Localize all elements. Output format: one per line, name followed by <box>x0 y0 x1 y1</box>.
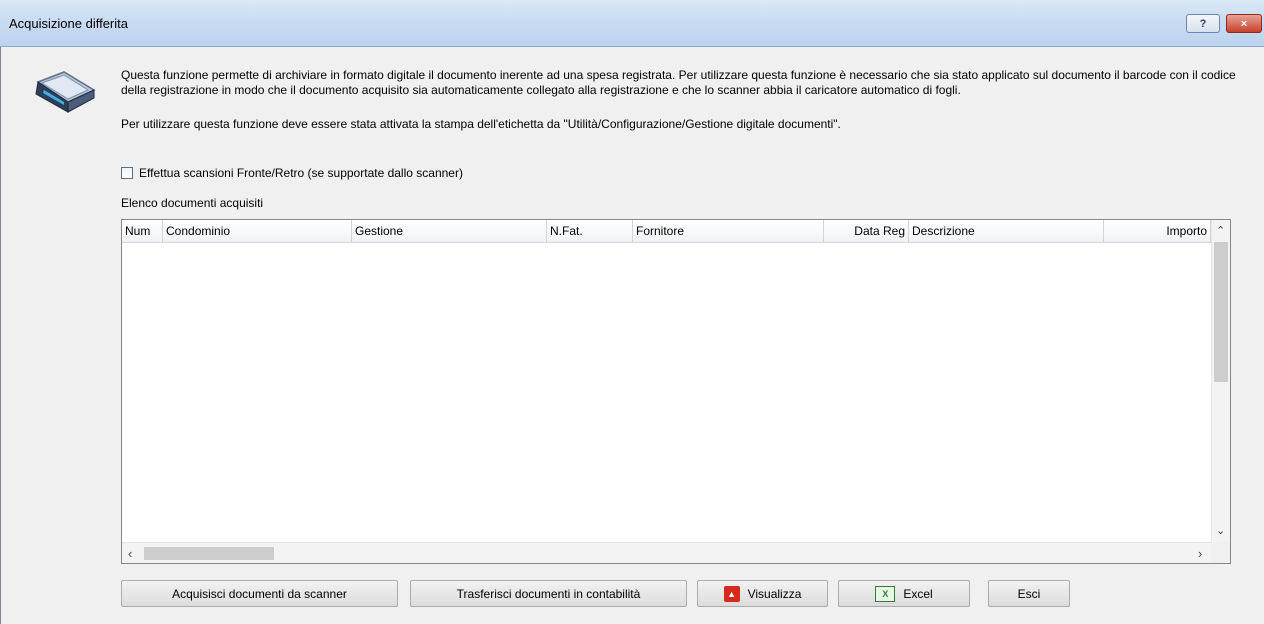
intro-note: Per utilizzare questa funzione deve esse… <box>121 117 841 131</box>
column-header-data-reg[interactable]: Data Reg <box>824 220 909 242</box>
close-button[interactable]: × <box>1226 14 1262 33</box>
excel-button[interactable]: X Excel <box>838 580 970 607</box>
column-header-gestione[interactable]: Gestione <box>352 220 547 242</box>
help-button[interactable]: ? <box>1186 14 1220 33</box>
view-button[interactable]: ▲ Visualizza <box>697 580 828 607</box>
pdf-icon: ▲ <box>723 585 740 602</box>
window-title: Acquisizione differita <box>9 16 128 31</box>
exit-button[interactable]: Esci <box>988 580 1070 607</box>
duplex-checkbox[interactable] <box>121 167 133 179</box>
vertical-scrollbar[interactable]: ⌃ ⌄ <box>1211 220 1230 542</box>
scroll-down-icon[interactable]: ⌄ <box>1216 524 1225 537</box>
horizontal-scroll-thumb[interactable] <box>144 547 274 560</box>
acquire-button-label: Acquisisci documenti da scanner <box>172 586 347 601</box>
transfer-button-label: Trasferisci documenti in contabilità <box>456 586 641 601</box>
column-header-fornitore[interactable]: Fornitore <box>633 220 824 242</box>
excel-button-label: Excel <box>903 586 933 601</box>
title-bar: Acquisizione differita ? × <box>0 0 1264 47</box>
column-header-num[interactable]: Num <box>122 220 163 242</box>
scroll-up-icon[interactable]: ⌃ <box>1216 224 1225 237</box>
intro-paragraph: Questa funzione permette di archiviare i… <box>121 68 1236 97</box>
scroll-corner <box>1211 542 1230 563</box>
grid-header: Num Condominio Gestione N.Fat. Fornitore… <box>122 220 1211 243</box>
column-header-importo[interactable]: Importo <box>1104 220 1211 242</box>
list-label: Elenco documenti acquisiti <box>121 196 264 210</box>
vertical-scroll-thumb[interactable] <box>1214 242 1228 382</box>
documents-grid[interactable]: Num Condominio Gestione N.Fat. Fornitore… <box>121 219 1231 564</box>
acquire-button[interactable]: Acquisisci documenti da scanner <box>121 580 398 607</box>
duplex-option[interactable]: Effettua scansioni Fronte/Retro (se supp… <box>121 166 463 180</box>
column-header-descrizione[interactable]: Descrizione <box>909 220 1104 242</box>
exit-button-label: Esci <box>1017 586 1041 601</box>
column-header-nfat[interactable]: N.Fat. <box>547 220 633 242</box>
column-header-condominio[interactable]: Condominio <box>163 220 352 242</box>
excel-icon: X <box>875 585 896 602</box>
duplex-label: Effettua scansioni Fronte/Retro (se supp… <box>139 166 463 180</box>
scroll-right-icon[interactable]: › <box>1198 546 1202 561</box>
horizontal-scrollbar[interactable]: ‹ › <box>122 542 1211 563</box>
scanner-icon <box>35 71 96 113</box>
transfer-button[interactable]: Trasferisci documenti in contabilità <box>410 580 687 607</box>
scroll-left-icon[interactable]: ‹ <box>128 546 132 561</box>
view-button-label: Visualizza <box>747 586 802 601</box>
